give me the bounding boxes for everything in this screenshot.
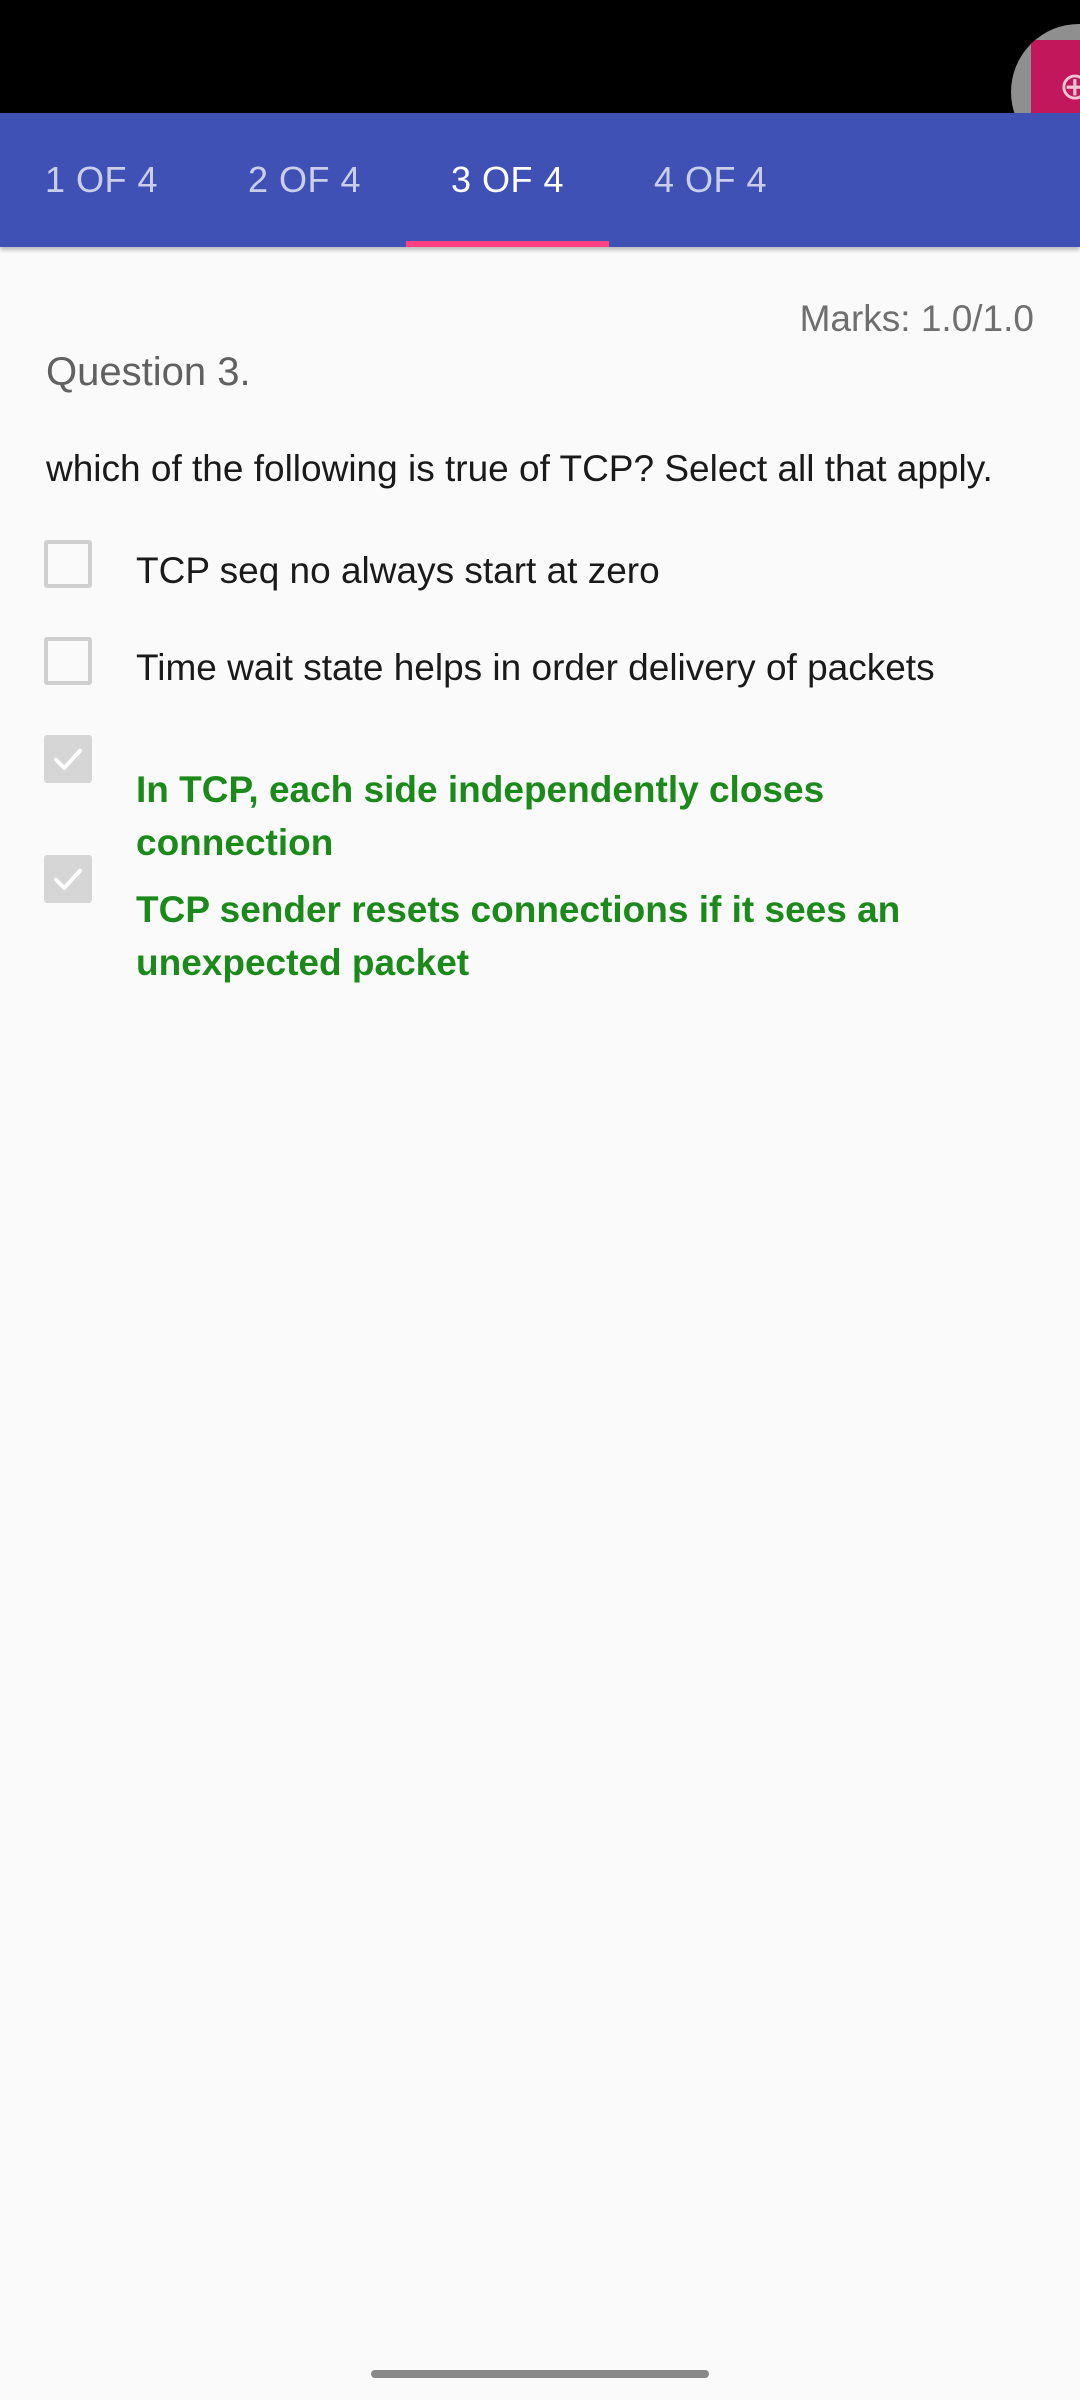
question-tab-bar: 1 OF 4 2 OF 4 3 OF 4 4 OF 4 [0,113,1080,247]
answer-option-1[interactable]: TCP seq no always start at zero [0,540,1080,600]
active-tab-indicator [406,241,609,247]
answer-option-4[interactable]: TCP sender resets connections if it sees… [0,855,1080,985]
tab-question-2[interactable]: 2 OF 4 [203,113,406,247]
tab-question-3[interactable]: 3 OF 4 [406,113,609,247]
quiz-screen: 1 OF 4 2 OF 4 3 OF 4 4 OF 4 ⊕ Marks: 1.0… [0,0,1080,2400]
bubble-glyph-icon: ⊕ [1059,64,1080,108]
checkbox-unchecked[interactable] [44,637,92,685]
tab-question-4[interactable]: 4 OF 4 [609,113,812,247]
option-label: Time wait state helps in order delivery … [136,647,935,688]
tab-question-1[interactable]: 1 OF 4 [0,113,203,247]
check-icon [54,748,82,770]
question-text: which of the following is true of TCP? S… [46,448,993,489]
checkbox-checked[interactable] [44,735,92,783]
status-bar [0,0,1080,113]
checkbox-unchecked[interactable] [44,540,92,588]
home-indicator[interactable] [371,2370,709,2378]
option-label-correct: In TCP, each side independently closes c… [136,769,825,863]
answer-option-3[interactable]: In TCP, each side independently closes c… [0,735,1080,863]
option-label-correct: TCP sender resets connections if it sees… [136,889,901,983]
question-title: Question 3. [46,350,251,394]
checkbox-checked[interactable] [44,855,92,903]
check-icon [54,868,82,890]
marks-label: Marks: 1.0/1.0 [799,298,1034,339]
option-label: TCP seq no always start at zero [136,550,660,591]
answer-option-2[interactable]: Time wait state helps in order delivery … [0,637,1080,697]
